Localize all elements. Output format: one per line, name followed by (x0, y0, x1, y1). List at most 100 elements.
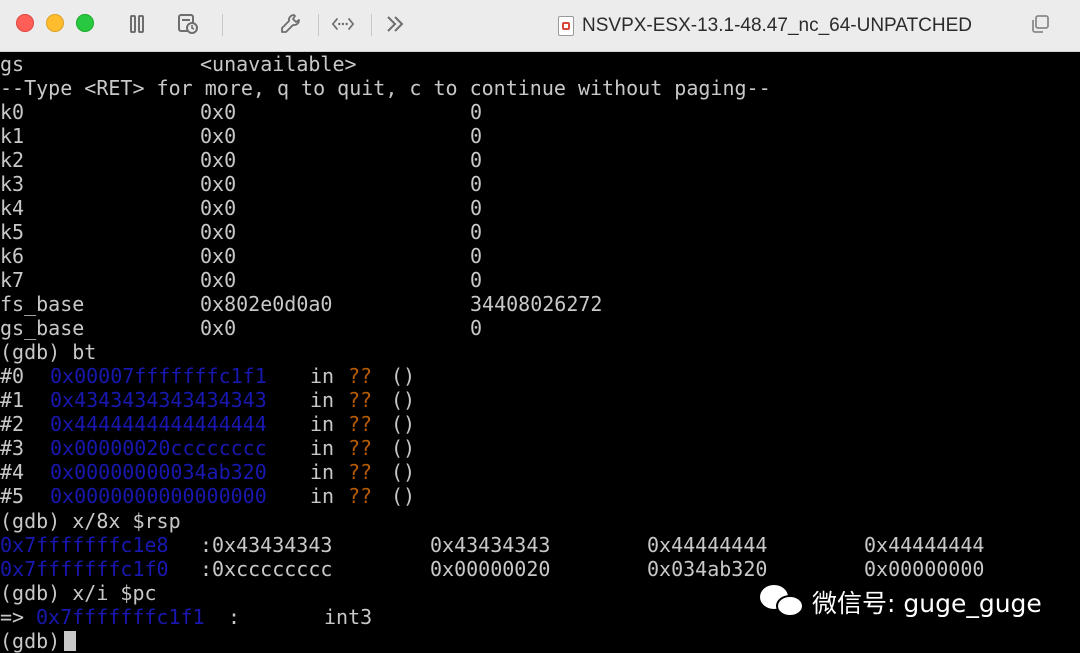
frame-in: in (310, 388, 335, 412)
frame-in: in (310, 412, 335, 436)
frame-symbol: ?? (348, 388, 373, 412)
title-bar: NSVPX-ESX-13.1-48.47_nc_64-UNPATCHED (0, 0, 1080, 52)
frame-number: #3 (0, 436, 25, 460)
gdb-command: (gdb) x/8x $rsp (0, 509, 181, 533)
frame-args: () (391, 388, 416, 412)
register-decimal: 0 (470, 100, 483, 124)
pause-icon[interactable] (125, 12, 149, 36)
register-decimal: 0 (470, 244, 483, 268)
register-name: gs (0, 52, 25, 76)
register-decimal: 0 (470, 316, 483, 340)
vm-console-window: NSVPX-ESX-13.1-48.47_nc_64-UNPATCHED gs … (0, 0, 1080, 653)
register-hex: 0x0 (200, 124, 237, 148)
frame-in: in (310, 364, 335, 388)
frame-address: 0x4343434343434343 (50, 388, 267, 412)
network-icon[interactable] (331, 12, 355, 36)
frame-address: 0x4444444444444444 (50, 412, 267, 436)
register-name: fs_base (0, 292, 85, 316)
register-hex: 0x0 (200, 268, 237, 292)
frame-number: #5 (0, 484, 25, 508)
vm-document-icon (558, 16, 574, 36)
wechat-icon (760, 585, 804, 619)
memory-word: 0x43434343 (212, 533, 333, 557)
register-name: k6 (0, 244, 25, 268)
memory-word: 0x44444444 (647, 533, 768, 557)
pager-prompt-text: --Type <RET> for more, q to quit, c to c… (0, 76, 771, 100)
frame-number: #1 (0, 388, 25, 412)
frame-symbol: ?? (348, 412, 373, 436)
register-decimal: 0 (470, 196, 483, 220)
zoom-window-button[interactable] (76, 14, 94, 32)
register-name: k4 (0, 196, 25, 220)
frame-args: () (391, 364, 416, 388)
terminal-console[interactable]: gs <unavailable> --Type <RET> for more, … (0, 52, 1080, 653)
register-hex: 0x0 (200, 172, 237, 196)
register-name: k2 (0, 148, 25, 172)
memory-colon: : (200, 557, 213, 581)
register-name: k5 (0, 220, 25, 244)
frame-symbol: ?? (348, 436, 373, 460)
frame-address: 0x00007fffffffc1f1 (50, 364, 267, 388)
frame-symbol: ?? (348, 364, 373, 388)
register-hex: 0x0 (200, 196, 237, 220)
wrench-icon[interactable] (279, 12, 303, 36)
memory-address: 0x7fffffffc1f0 (0, 557, 169, 581)
memory-word: 0x44444444 (864, 533, 985, 557)
register-name: gs_base (0, 316, 85, 340)
register-decimal: 0 (470, 148, 483, 172)
frame-number: #0 (0, 364, 25, 388)
pager-prompt: --Type <RET> for more, q to quit, c to c… (0, 76, 771, 100)
frame-address: 0x0000000000000000 (50, 484, 267, 508)
forward-icon[interactable] (383, 12, 407, 36)
copy-window-icon[interactable] (1028, 12, 1052, 36)
frame-in: in (310, 484, 335, 508)
vm-title: NSVPX-ESX-13.1-48.47_nc_64-UNPATCHED (558, 14, 972, 38)
text-cursor (64, 631, 77, 651)
register-decimal: 0 (470, 220, 483, 244)
gdb-prompt: (gdb) (0, 629, 77, 653)
memory-word: 0x034ab320 (647, 557, 768, 581)
frame-args: () (391, 460, 416, 484)
register-hex: 0x802e0d0a0 (200, 292, 333, 316)
memory-word: 0x00000000 (864, 557, 985, 581)
register-hex: 0x0 (200, 148, 237, 172)
gdb-command: (gdb) x/i $pc (0, 581, 157, 605)
frame-args: () (391, 484, 416, 508)
watermark: 微信号: guge_guge (760, 584, 1042, 620)
frame-address: 0x00000000034ab320 (50, 460, 267, 484)
minimize-window-button[interactable] (46, 14, 64, 32)
register-decimal: 0 (470, 124, 483, 148)
register-hex: 0x0 (200, 244, 237, 268)
memory-word: 0xcccccccc (212, 557, 333, 581)
register-decimal: 34408026272 (470, 292, 603, 316)
memory-address: 0x7fffffffc1e8 (0, 533, 169, 557)
frame-address: 0x00000020cccccccc (50, 436, 267, 460)
instruction-text: int3 (324, 605, 373, 629)
frame-in: in (310, 460, 335, 484)
frame-in: in (310, 436, 335, 460)
instruction-colon: : (228, 605, 241, 629)
instruction-address: 0x7fffffffc1f1 (36, 605, 205, 629)
close-window-button[interactable] (16, 14, 34, 32)
memory-word: 0x00000020 (430, 557, 551, 581)
snapshot-icon[interactable] (176, 12, 200, 36)
frame-symbol: ?? (348, 460, 373, 484)
register-decimal: 0 (470, 268, 483, 292)
toolbar-separator (318, 14, 319, 36)
register-value: <unavailable> (200, 52, 357, 76)
register-hex: 0x0 (200, 100, 237, 124)
toolbar-separator (371, 14, 372, 36)
toolbar-separator (222, 14, 223, 36)
register-name: k7 (0, 268, 25, 292)
memory-colon: : (200, 533, 213, 557)
vm-title-text: NSVPX-ESX-13.1-48.47_nc_64-UNPATCHED (582, 15, 973, 36)
register-hex: 0x0 (200, 316, 237, 340)
register-name: k1 (0, 124, 25, 148)
register-name: k3 (0, 172, 25, 196)
frame-symbol: ?? (348, 484, 373, 508)
gdb-prompt-text: (gdb) (0, 629, 61, 653)
pc-arrow: => (0, 605, 25, 629)
frame-number: #2 (0, 412, 25, 436)
console-line: gs <unavailable> (0, 52, 357, 76)
frame-args: () (391, 436, 416, 460)
